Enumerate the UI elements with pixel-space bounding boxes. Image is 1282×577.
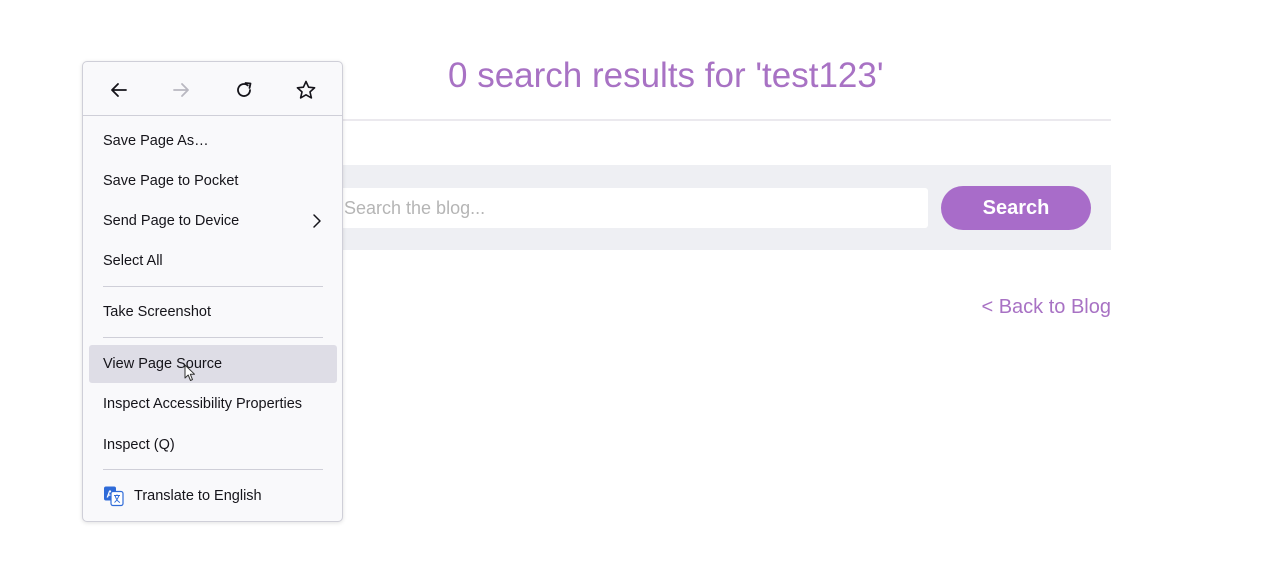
bookmark-star-icon [296,80,316,99]
menu-item-label: Send Page to Device [103,213,240,229]
menu-item-label: Translate to English [134,488,262,504]
forward-button[interactable] [166,75,196,105]
mouse-cursor-icon [184,364,195,381]
menu-separator [83,115,342,116]
menu-item-label: Take Screenshot [103,304,212,320]
heading-divider [330,119,1111,121]
search-panel: Search [330,165,1111,250]
browser-context-menu: Save Page As… Save Page to Pocket Send P… [82,61,343,522]
menu-separator [103,286,323,287]
search-input[interactable] [330,188,928,228]
menu-item-label: Select All [103,253,163,269]
reload-icon [237,82,252,97]
menu-item-save-page-as[interactable]: Save Page As… [89,123,337,159]
back-arrow-icon [111,83,127,97]
forward-arrow-icon [173,83,189,97]
menu-item-translate-to-english[interactable]: A Translate to English [89,478,337,514]
web-page: 0 search results for 'test123' Search < … [0,0,1282,577]
menu-item-take-screenshot[interactable]: Take Screenshot [89,294,337,330]
reload-button[interactable] [229,75,259,105]
menu-item-label: Save Page As… [103,133,209,149]
menu-item-label: Inspect Accessibility Properties [103,396,303,412]
menu-item-label: Save Page to Pocket [103,173,239,189]
menu-separator [103,337,323,338]
back-to-blog-link[interactable]: < Back to Blog [980,296,1111,319]
menu-item-label: View Page Source [103,356,223,372]
translate-icon: A [104,486,124,507]
bookmark-button[interactable] [291,75,321,105]
menu-item-send-page-to-device[interactable]: Send Page to Device [89,203,337,239]
back-button[interactable] [104,75,134,105]
menu-item-view-page-source[interactable]: View Page Source [89,345,337,383]
menu-item-inspect[interactable]: Inspect (Q) [89,427,337,463]
menu-item-inspect-accessibility[interactable]: Inspect Accessibility Properties [89,386,337,422]
search-button[interactable]: Search [941,186,1091,230]
chevron-right-icon [313,214,321,228]
menu-separator [103,469,323,470]
menu-item-select-all[interactable]: Select All [89,243,337,279]
menu-item-save-page-to-pocket[interactable]: Save Page to Pocket [89,163,337,199]
menu-item-label: Inspect (Q) [103,437,175,453]
search-results-heading: 0 search results for 'test123' [448,56,884,95]
context-menu-nav-row [83,62,342,116]
